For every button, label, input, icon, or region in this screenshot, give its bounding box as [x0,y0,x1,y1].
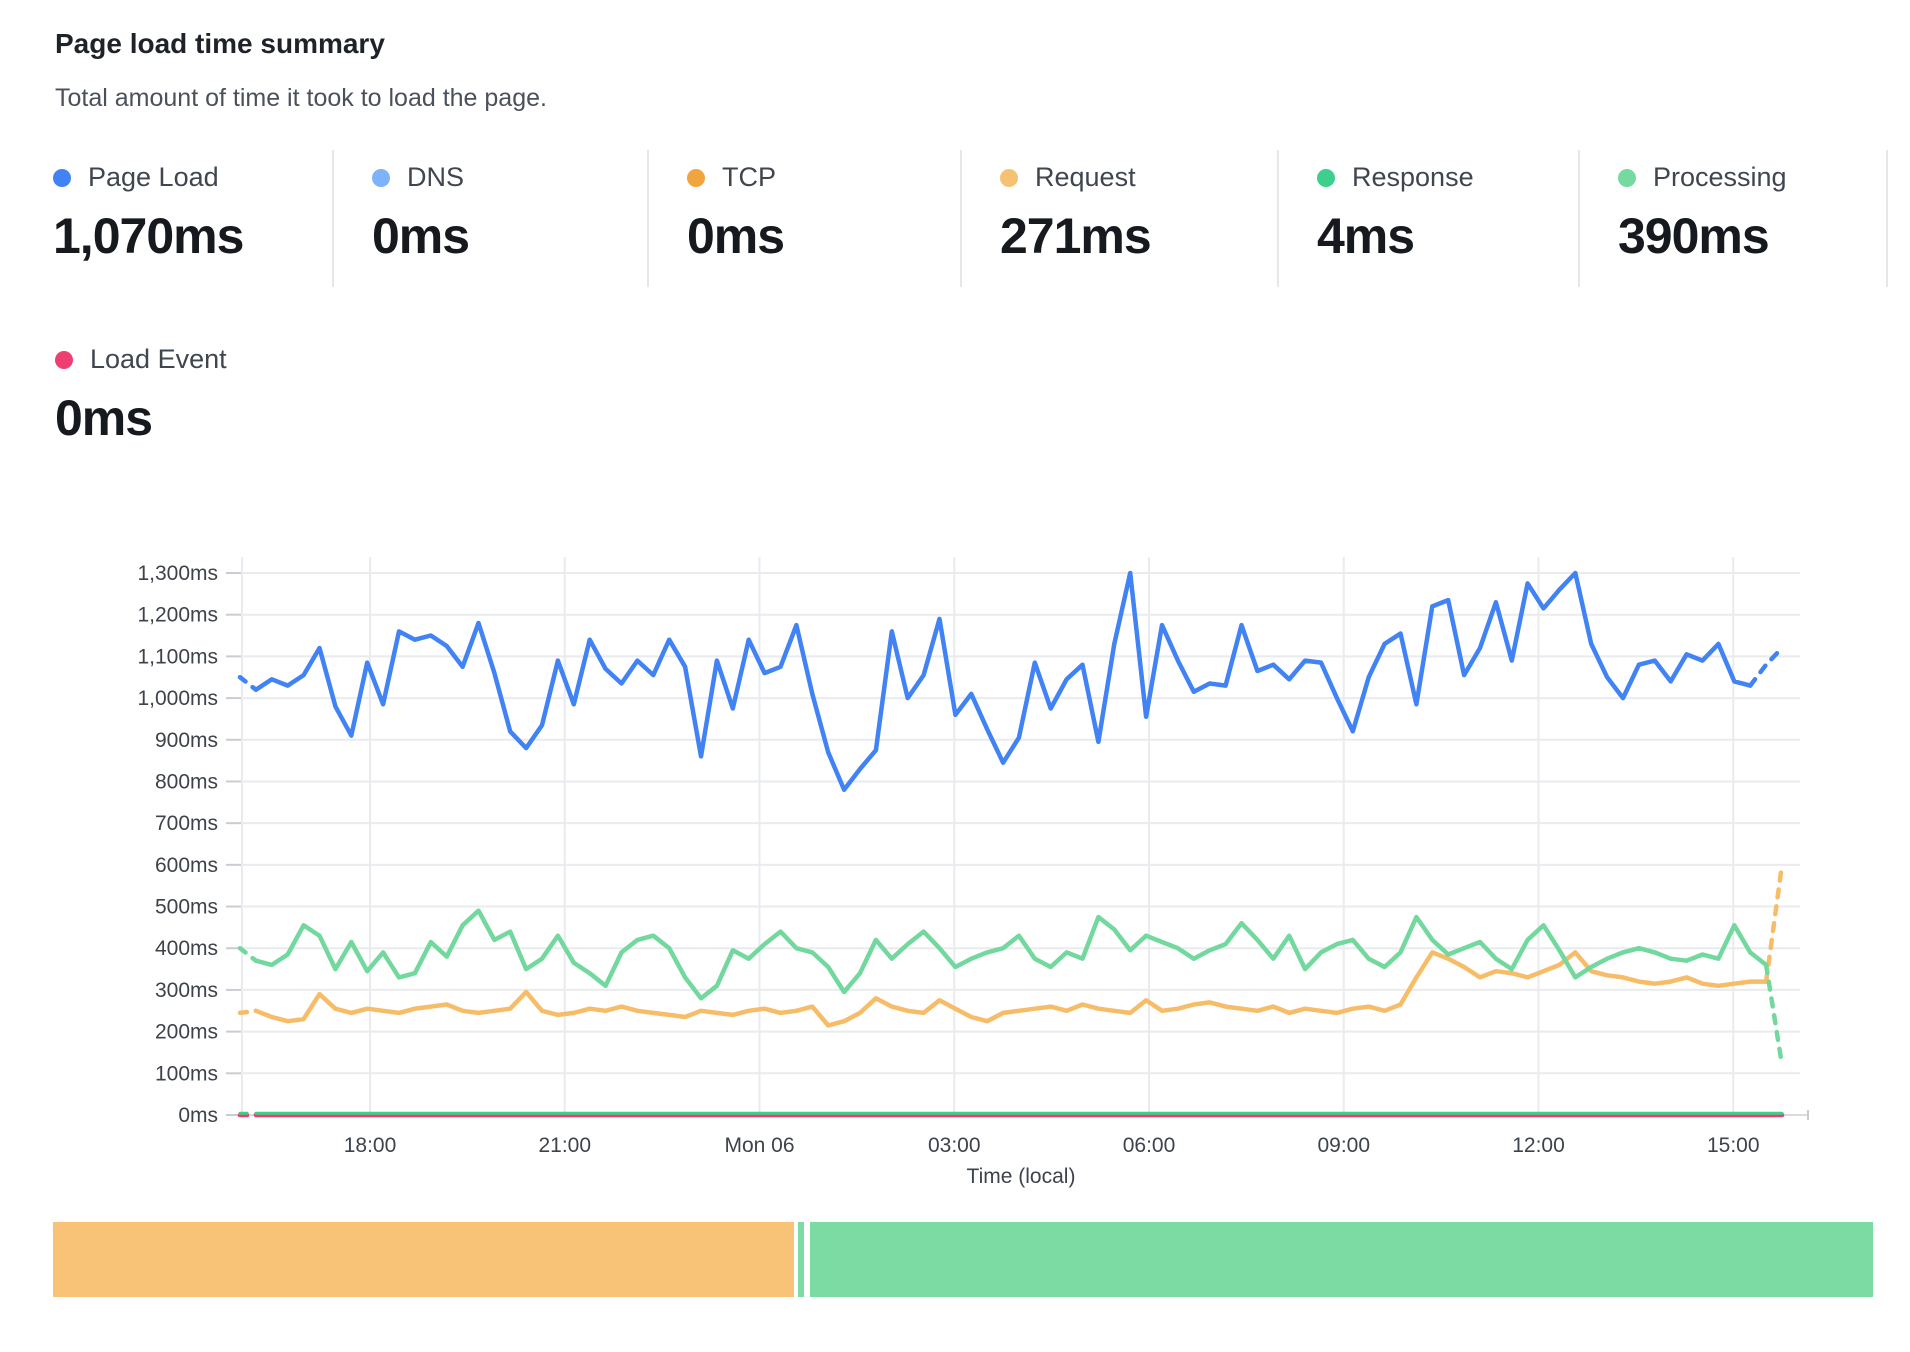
summary-value: 4ms [1317,207,1578,265]
page-title: Page load time summary [55,28,385,60]
x-tick-label: 18:00 [344,1134,397,1157]
status-timeline-bar[interactable] [53,1222,1873,1297]
page-subtitle: Total amount of time it took to load the… [55,84,547,113]
series-processing-line [256,911,1766,999]
y-tick-label: 200ms [155,1021,218,1044]
request-dot-icon [1000,169,1018,187]
summary-label: Load Event [90,344,227,375]
summary-value: 271ms [1000,207,1277,265]
summary-label: Request [1035,162,1136,193]
summary-value: 1,070ms [53,207,332,265]
series-processing-tail-dash [1766,965,1782,1065]
series-request-line [256,952,1766,1025]
y-tick-label: 1,200ms [137,604,218,627]
x-tick-label: 06:00 [1123,1134,1176,1157]
summary-item-request: Request 271ms [960,150,1277,287]
x-axis-title: Time (local) [967,1165,1076,1188]
processing-dot-icon [1618,169,1636,187]
y-tick-label: 1,300ms [137,562,218,585]
page-load-summary-panel: Page load time summary Total amount of t… [0,0,1910,1352]
y-tick-label: 700ms [155,812,218,835]
series-page-load-line [256,573,1750,790]
summary-value: 0ms [372,207,647,265]
summary-value: 0ms [55,389,227,447]
y-tick-label: 300ms [155,979,218,1002]
y-tick-label: 500ms [155,896,218,919]
x-tick-label: 21:00 [538,1134,591,1157]
y-tick-label: 1,100ms [137,645,218,668]
y-tick-label: 1,000ms [137,687,218,710]
series-request-tail-dash [1766,865,1782,982]
summary-item-tcp: TCP 0ms [647,150,960,287]
series-request-start-dash [240,1011,256,1013]
summary-value: 0ms [687,207,960,265]
summary-label: DNS [407,162,464,193]
summary-item-load-event: Load Event 0ms [55,332,227,447]
x-tick-label: 15:00 [1707,1134,1760,1157]
page-load-dot-icon [53,169,71,187]
summary-value: 390ms [1618,207,1886,265]
summary-item-dns: DNS 0ms [332,150,647,287]
y-tick-label: 600ms [155,854,218,877]
summary-item-processing: Processing 390ms [1578,150,1888,287]
bar-segment[interactable] [53,1222,794,1297]
y-tick-label: 0ms [178,1104,218,1127]
x-tick-label: Mon 06 [724,1134,794,1157]
x-tick-label: 09:00 [1317,1134,1370,1157]
summary-label: Processing [1653,162,1787,193]
chart-svg: 0ms 100ms 200ms 300ms 400ms 500ms 600ms 700ms 80… [0,440,1910,1230]
summary-item-response: Response 4ms [1277,150,1578,287]
summary-legend-row: Page Load 1,070ms DNS 0ms TCP 0ms Reques… [53,150,1888,287]
x-tick-label: 12:00 [1512,1134,1565,1157]
y-tick-label: 900ms [155,729,218,752]
y-tick-label: 100ms [155,1062,218,1085]
summary-item-page-load: Page Load 1,070ms [53,150,332,287]
bar-segment[interactable] [810,1222,1873,1297]
summary-label: Page Load [88,162,219,193]
y-tick-label: 800ms [155,770,218,793]
response-dot-icon [1317,169,1335,187]
summary-label: TCP [722,162,776,193]
tcp-dot-icon [687,169,705,187]
series-page-load-tail-dash [1750,648,1782,686]
dns-dot-icon [372,169,390,187]
y-tick-label: 400ms [155,937,218,960]
load-event-dot-icon [55,351,73,369]
x-tick-label: 03:00 [928,1134,981,1157]
load-time-line-chart[interactable]: 0ms 100ms 200ms 300ms 400ms 500ms 600ms 700ms 80… [0,440,1910,1230]
summary-label: Response [1352,162,1474,193]
